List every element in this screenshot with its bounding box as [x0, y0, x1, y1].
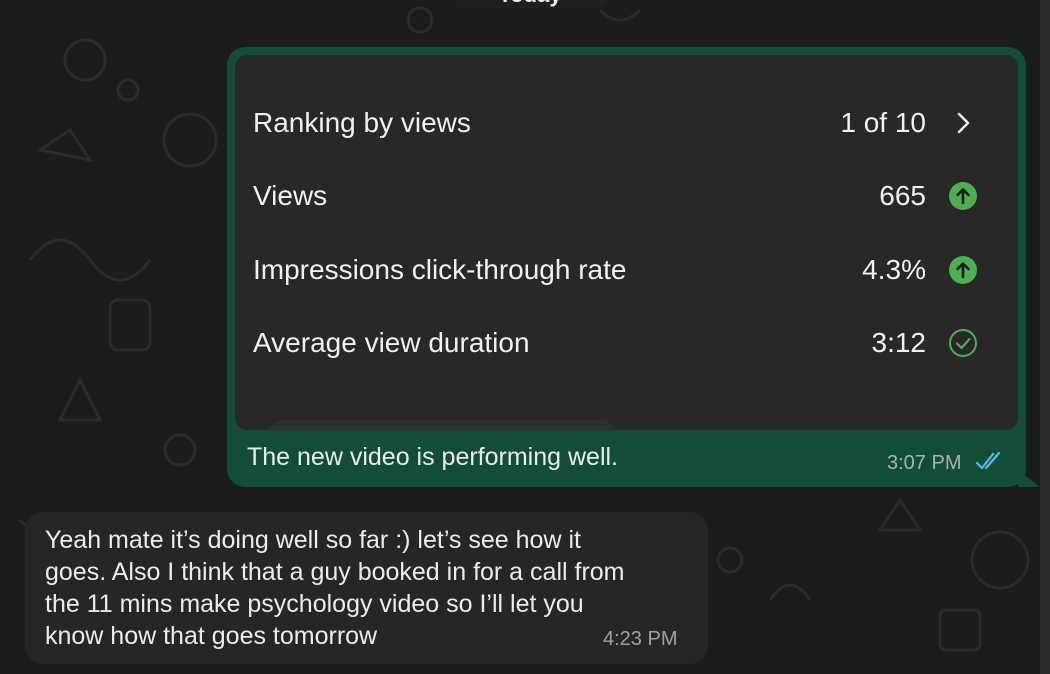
stats-row-ranking[interactable]: Ranking by views 1 of 10 [253, 105, 978, 141]
stats-value: 4.3% [862, 254, 926, 285]
stats-row-views: Views 665 [253, 178, 978, 214]
message-caption: The new video is performing well. [247, 443, 618, 471]
stats-row-ctr: Impressions click-through rate 4.3% [253, 252, 978, 288]
chevron-right-icon[interactable] [948, 108, 978, 138]
outgoing-message[interactable]: Ranking by views 1 of 10 Views 665 Impre… [227, 47, 1026, 487]
outgoing-bubble-tail [1018, 470, 1040, 487]
incoming-message[interactable]: Yeah mate it’s doing well so far :) let’… [25, 512, 708, 664]
stats-row-avg-duration: Average view duration 3:12 [253, 325, 978, 361]
arrow-up-circle-icon [949, 256, 977, 284]
stats-value: 3:12 [871, 327, 927, 358]
date-divider: Today [455, 0, 605, 8]
message-timestamp: 3:07 PM [887, 452, 962, 474]
message-timestamp: 4:23 PM [603, 628, 678, 650]
stats-value: 665 [879, 180, 926, 211]
arrow-up-circle-icon [949, 182, 977, 210]
message-text: Yeah mate it’s doing well so far :) let’… [45, 526, 625, 650]
stats-label: Views [253, 180, 328, 211]
scrollbar[interactable] [1040, 0, 1050, 674]
video-stats-card[interactable]: Ranking by views 1 of 10 Views 665 Impre… [235, 55, 1018, 430]
check-circle-icon [949, 329, 977, 357]
stats-label: Impressions click-through rate [253, 254, 627, 285]
stats-value: 1 of 10 [840, 107, 926, 138]
stats-label: Average view duration [253, 327, 530, 358]
cut-off-button [265, 420, 619, 430]
stats-label: Ranking by views [253, 107, 471, 138]
double-check-read-icon [975, 451, 1001, 470]
